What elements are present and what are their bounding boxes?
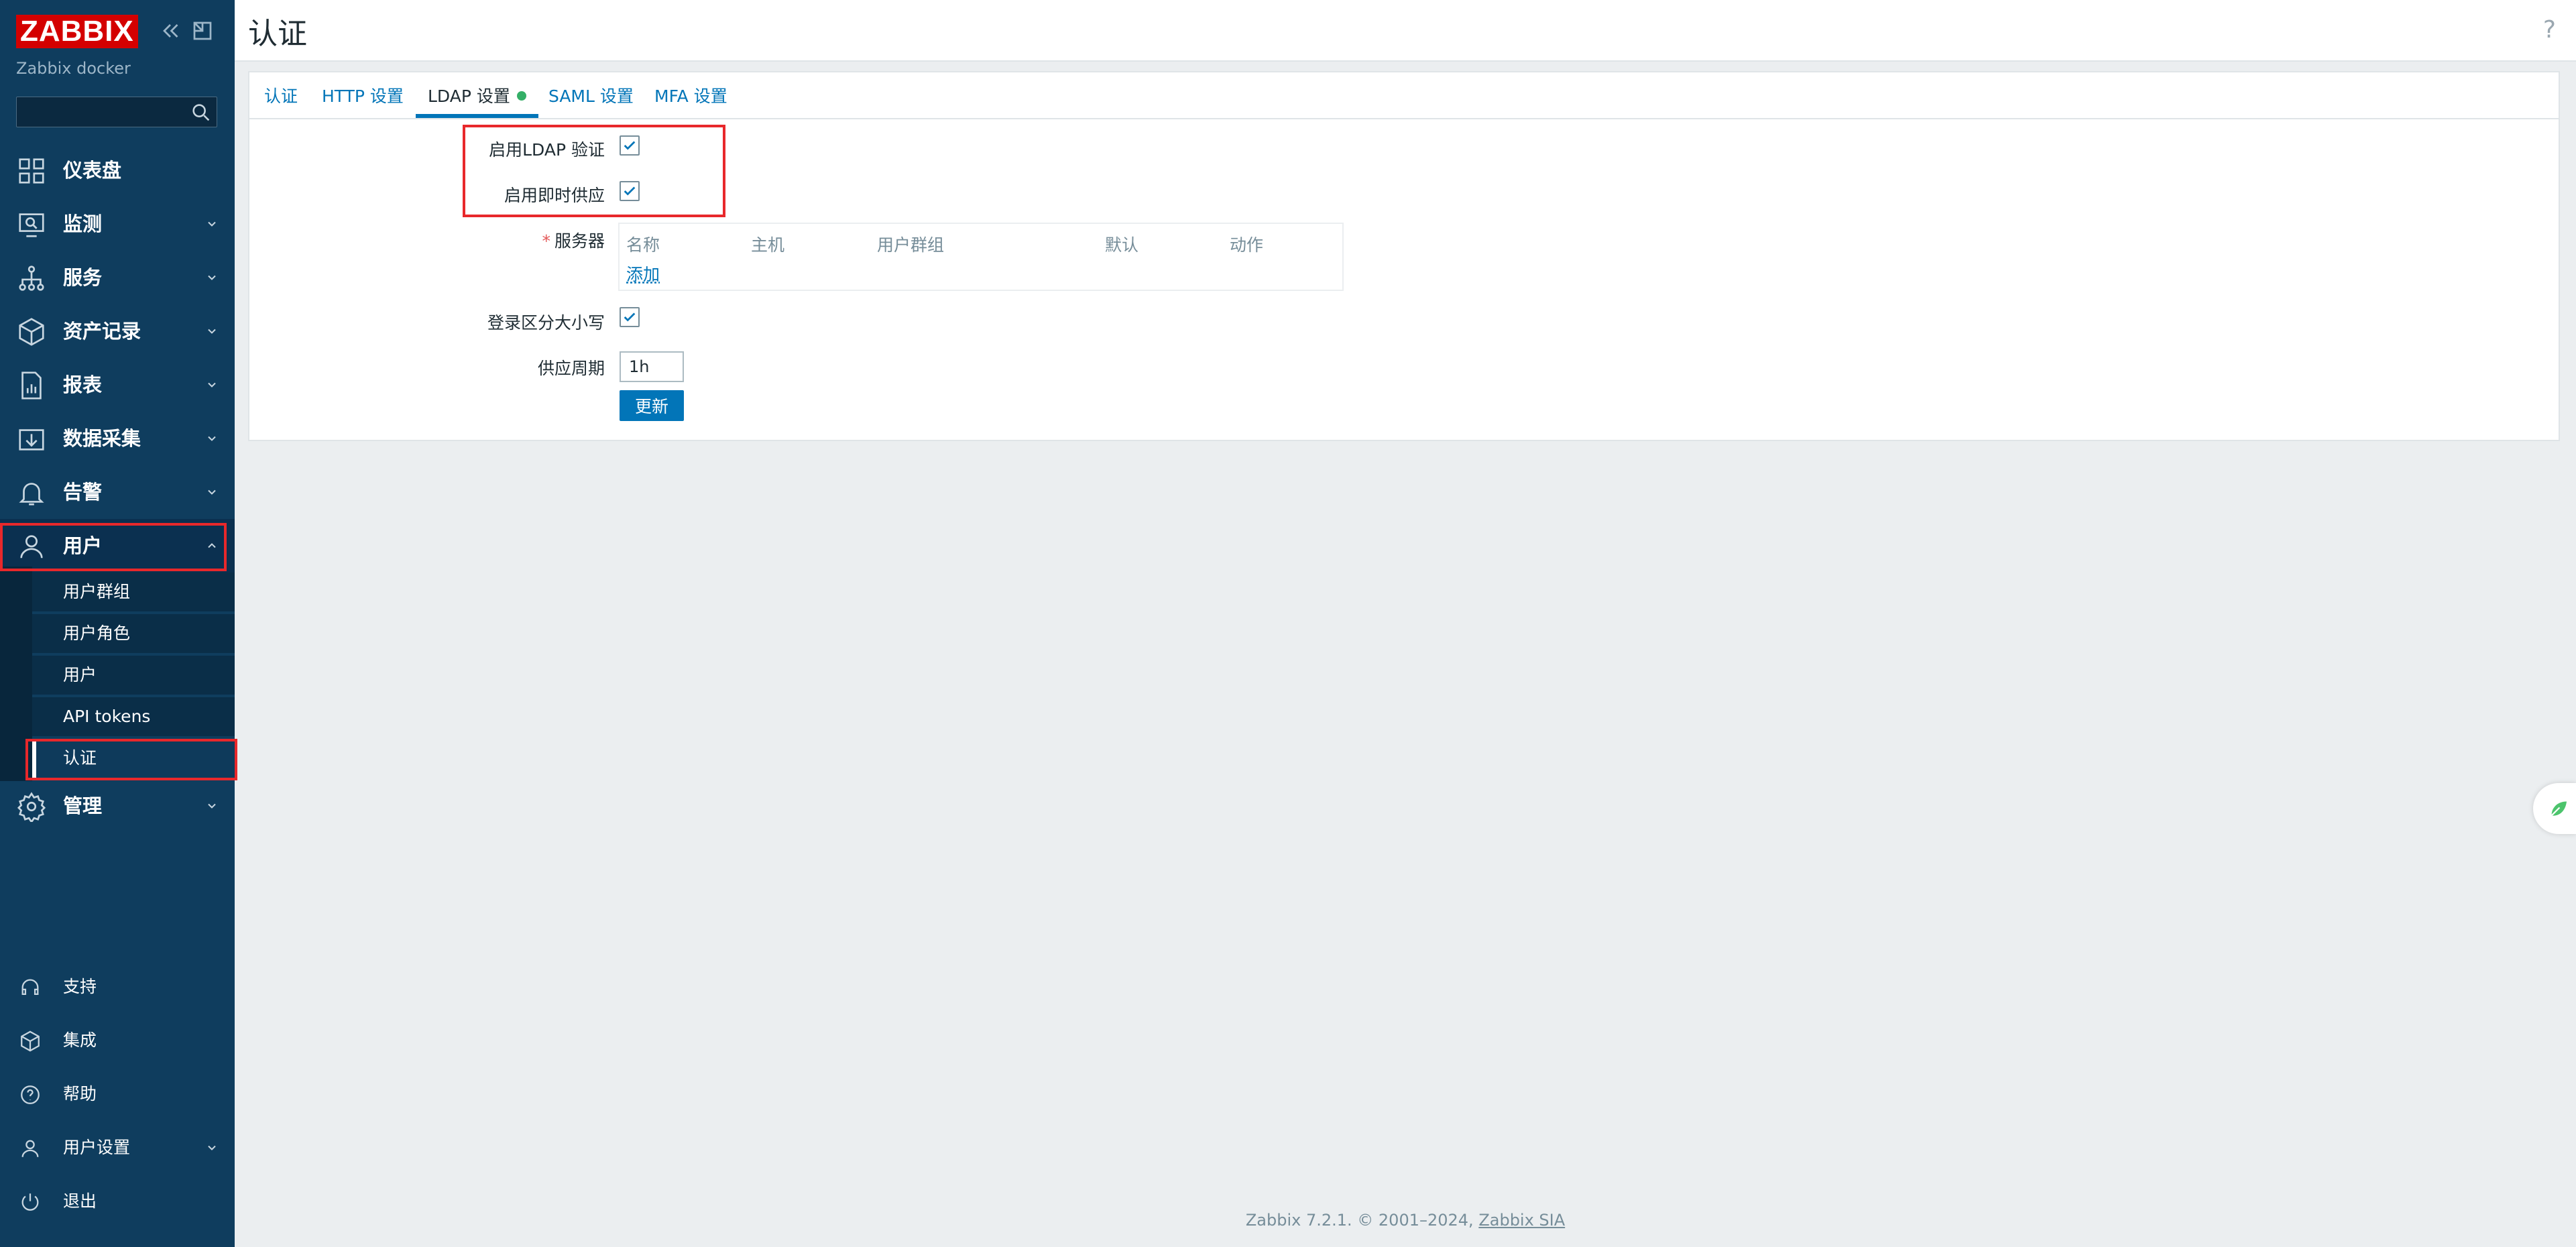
- column-header-name: 名称: [626, 235, 660, 255]
- chevron-down-icon: [205, 271, 219, 284]
- column-header-default: 默认: [1105, 235, 1139, 255]
- page-header: 认证 ?: [235, 0, 2576, 62]
- server-name: Zabbix docker: [16, 59, 131, 78]
- tab-ldap-settings[interactable]: LDAP 设置: [416, 72, 538, 118]
- footer: Zabbix 7.2.1. © 2001–2024, Zabbix SIA: [1245, 1211, 1566, 1230]
- zabbix-sia-link[interactable]: Zabbix SIA: [1478, 1211, 1565, 1230]
- submenu-item-api-tokens[interactable]: API tokens: [32, 697, 235, 737]
- zabbix-logo[interactable]: ZABBIX: [16, 15, 138, 48]
- integrations-icon: [19, 1030, 42, 1053]
- required-mark: *: [542, 231, 550, 251]
- chevron-down-icon: [205, 378, 219, 392]
- column-header-user-groups: 用户群组: [877, 235, 945, 255]
- chevron-down-icon: [205, 485, 219, 499]
- submenu-item-user-groups[interactable]: 用户群组: [32, 573, 235, 613]
- tab-bar: 认证 HTTP 设置 LDAP 设置 SAML 设置 MFA 设置: [249, 72, 2559, 119]
- chevron-down-icon: [205, 324, 219, 338]
- chevron-down-icon: [205, 217, 219, 231]
- gear-icon: [16, 791, 47, 824]
- inventory-icon: [16, 316, 47, 347]
- submenu-item-users[interactable]: 用户: [32, 656, 235, 696]
- enable-jit-checkbox[interactable]: [620, 181, 640, 201]
- menu-item-alerts[interactable]: 告警: [0, 465, 235, 519]
- menu-item-integrations[interactable]: 集成: [0, 1014, 235, 1067]
- column-header-host: 主机: [751, 235, 785, 255]
- reports-icon: [16, 370, 47, 401]
- user-settings-icon: [19, 1137, 42, 1160]
- leaf-icon: [2551, 801, 2567, 817]
- menu-item-user-settings[interactable]: 用户设置: [0, 1121, 235, 1175]
- menu-item-sign-out[interactable]: 退出: [0, 1175, 235, 1228]
- chevron-down-icon: [205, 799, 219, 813]
- sidebar-search[interactable]: [16, 97, 217, 128]
- submenu-item-user-roles[interactable]: 用户角色: [32, 614, 235, 654]
- case-sensitive-checkbox[interactable]: [620, 307, 640, 327]
- floating-assistant-widget[interactable]: [2533, 783, 2576, 834]
- tab-authentication[interactable]: 认证: [264, 72, 298, 118]
- help-icon: [19, 1083, 42, 1106]
- provisioning-period-label: 供应周期: [537, 359, 605, 378]
- users-icon: [16, 531, 47, 562]
- services-icon: [16, 263, 47, 294]
- tab-saml-settings[interactable]: SAML 设置: [548, 72, 634, 118]
- dashboard-icon: [16, 156, 47, 186]
- sidebar: ZABBIX Zabbix docker 仪表盘 监测 服务 资产记录 报表 数…: [0, 0, 235, 1247]
- servers-label: * 服务器: [542, 231, 605, 251]
- search-input[interactable]: [17, 97, 192, 128]
- menu-item-data-collection[interactable]: 数据采集: [0, 412, 235, 465]
- menu-item-dashboards[interactable]: 仪表盘: [0, 143, 235, 197]
- enable-ldap-label: 启用LDAP 验证: [489, 140, 605, 160]
- menu-item-help[interactable]: 帮助: [0, 1067, 235, 1121]
- enable-ldap-checkbox[interactable]: [620, 135, 640, 156]
- data-collection-icon: [16, 424, 47, 455]
- add-server-link[interactable]: 添加: [626, 261, 660, 286]
- case-sensitive-label: 登录区分大小写: [487, 313, 605, 333]
- column-header-action: 动作: [1230, 235, 1264, 255]
- menu-item-support[interactable]: 支持: [0, 960, 235, 1014]
- provisioning-period-input[interactable]: [620, 351, 684, 382]
- help-icon[interactable]: ?: [2543, 16, 2556, 44]
- menu-item-administration[interactable]: 管理: [0, 779, 235, 833]
- authentication-panel: 认证 HTTP 设置 LDAP 设置 SAML 设置 MFA 设置 启用LDAP…: [248, 71, 2560, 441]
- collapse-sidebar-icon[interactable]: [158, 19, 182, 43]
- update-button[interactable]: 更新: [620, 390, 684, 421]
- submenu-item-authentication[interactable]: 认证: [32, 739, 235, 779]
- chevron-up-icon: [205, 539, 219, 552]
- menu-item-monitoring[interactable]: 监测: [0, 197, 235, 251]
- menu-item-users[interactable]: 用户: [0, 519, 235, 573]
- checkmark-icon: [624, 141, 636, 150]
- checkmark-icon: [624, 186, 636, 196]
- menu-item-inventory[interactable]: 资产记录: [0, 304, 235, 358]
- search-icon[interactable]: [190, 101, 213, 124]
- kiosk-mode-icon[interactable]: [190, 19, 215, 43]
- tab-mfa-settings[interactable]: MFA 设置: [654, 72, 727, 118]
- tab-http-settings[interactable]: HTTP 设置: [322, 72, 404, 118]
- menu-item-reports[interactable]: 报表: [0, 358, 235, 412]
- active-status-dot: [516, 91, 526, 101]
- menu-item-services[interactable]: 服务: [0, 251, 235, 304]
- ldap-servers-table: 名称 主机 用户群组 默认 动作 添加: [618, 223, 1344, 291]
- chevron-down-icon: [205, 1141, 219, 1154]
- enable-jit-label: 启用即时供应: [504, 186, 605, 205]
- alerts-icon: [16, 477, 47, 508]
- page-title: 认证: [248, 17, 307, 51]
- monitoring-icon: [16, 209, 47, 240]
- checkmark-icon: [624, 312, 636, 322]
- submenu-rail: [0, 567, 32, 781]
- power-icon: [19, 1191, 42, 1213]
- support-icon: [19, 976, 42, 999]
- chevron-down-icon: [205, 432, 219, 445]
